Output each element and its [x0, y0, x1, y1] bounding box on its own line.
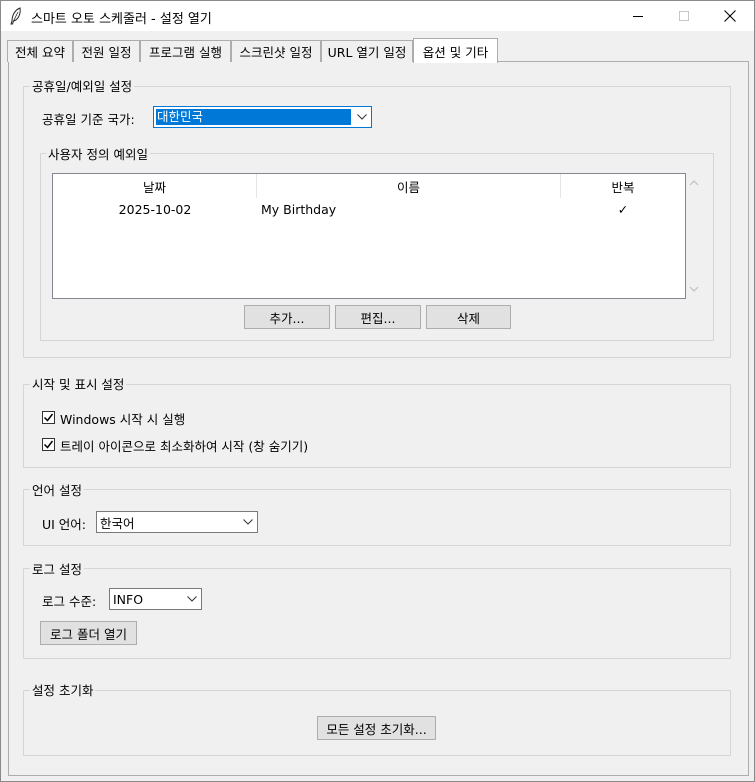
close-icon — [724, 10, 736, 22]
start-minimized-label[interactable]: 트레이 아이콘으로 최소화하여 시작 (창 숨기기) — [60, 436, 308, 455]
tab-screenshot-schedule[interactable]: 스크린샷 일정 — [231, 40, 321, 62]
scroll-down-icon — [689, 286, 699, 292]
chevron-down-icon — [353, 107, 371, 127]
ui-language-select[interactable]: 한국어 — [96, 511, 258, 533]
log-settings-group — [23, 568, 731, 659]
tab-url-schedule[interactable]: URL 열기 일정 — [321, 40, 413, 62]
column-header-name[interactable]: 이름 — [257, 174, 561, 198]
language-settings-title: 언어 설정 — [30, 480, 84, 499]
row-name: My Birthday — [261, 201, 337, 217]
minimize-button[interactable] — [615, 1, 661, 31]
exceptions-title: 사용자 정의 예외일 — [46, 144, 150, 163]
log-level-select[interactable]: INFO — [109, 588, 202, 610]
chevron-down-icon — [239, 512, 257, 532]
delete-exception-button[interactable]: 삭제 — [426, 305, 511, 329]
log-settings-title: 로그 설정 — [30, 559, 84, 578]
window-title: 스마트 오토 스케줄러 - 설정 열기 — [31, 12, 212, 27]
checkmark-icon — [43, 413, 54, 422]
tab-power-schedule[interactable]: 전원 일정 — [73, 40, 140, 62]
reset-settings-title: 설정 초기화 — [30, 680, 96, 699]
table-scrollbar[interactable] — [687, 173, 701, 299]
log-level-value: INFO — [113, 591, 144, 607]
row-date: 2025-10-02 — [118, 201, 192, 217]
country-label: 공휴일 기준 국가: — [42, 112, 135, 127]
ui-language-value: 한국어 — [100, 515, 135, 531]
title-bar: 스마트 오토 스케줄러 - 설정 열기 — [1, 1, 754, 31]
maximize-button[interactable] — [661, 1, 707, 31]
log-level-label: 로그 수준: — [42, 594, 97, 609]
tab-program-run[interactable]: 프로그램 실행 — [140, 40, 231, 62]
tab-options[interactable]: 옵션 및 기타 — [413, 38, 498, 63]
run-on-startup-checkbox[interactable] — [42, 411, 55, 424]
app-window: 스마트 오토 스케줄러 - 설정 열기 전체 요약 전원 일정 프로그램 실행 … — [0, 0, 755, 782]
ui-language-label: UI 언어: — [42, 517, 87, 532]
country-select-value: 대한민국 — [156, 109, 351, 125]
feather-icon — [10, 7, 21, 25]
maximize-icon — [679, 11, 689, 21]
minimize-icon — [633, 16, 643, 17]
chevron-down-icon — [183, 589, 201, 609]
exceptions-table: 날짜 이름 반복 2025-10-02 My Birthday ✓ — [52, 173, 686, 299]
holiday-settings-title: 공휴일/예외일 설정 — [30, 76, 135, 95]
edit-exception-button[interactable]: 편집... — [335, 305, 421, 329]
open-log-folder-button[interactable]: 로그 폴더 열기 — [40, 621, 137, 645]
close-button[interactable] — [707, 1, 753, 31]
run-on-startup-label[interactable]: Windows 시작 시 실행 — [60, 409, 185, 428]
column-header-date[interactable]: 날짜 — [53, 174, 257, 198]
row-repeat-check: ✓ — [617, 201, 629, 217]
checkmark-icon — [43, 440, 54, 449]
reset-all-settings-button[interactable]: 모든 설정 초기화... — [317, 716, 436, 740]
country-select[interactable]: 대한민국 — [153, 106, 372, 128]
add-exception-button[interactable]: 추가... — [244, 305, 330, 329]
start-minimized-checkbox[interactable] — [42, 438, 55, 451]
tab-summary[interactable]: 전체 요약 — [7, 40, 73, 62]
startup-settings-title: 시작 및 표시 설정 — [30, 374, 127, 393]
scroll-up-icon — [689, 180, 699, 186]
column-header-repeat[interactable]: 반복 — [561, 174, 685, 198]
